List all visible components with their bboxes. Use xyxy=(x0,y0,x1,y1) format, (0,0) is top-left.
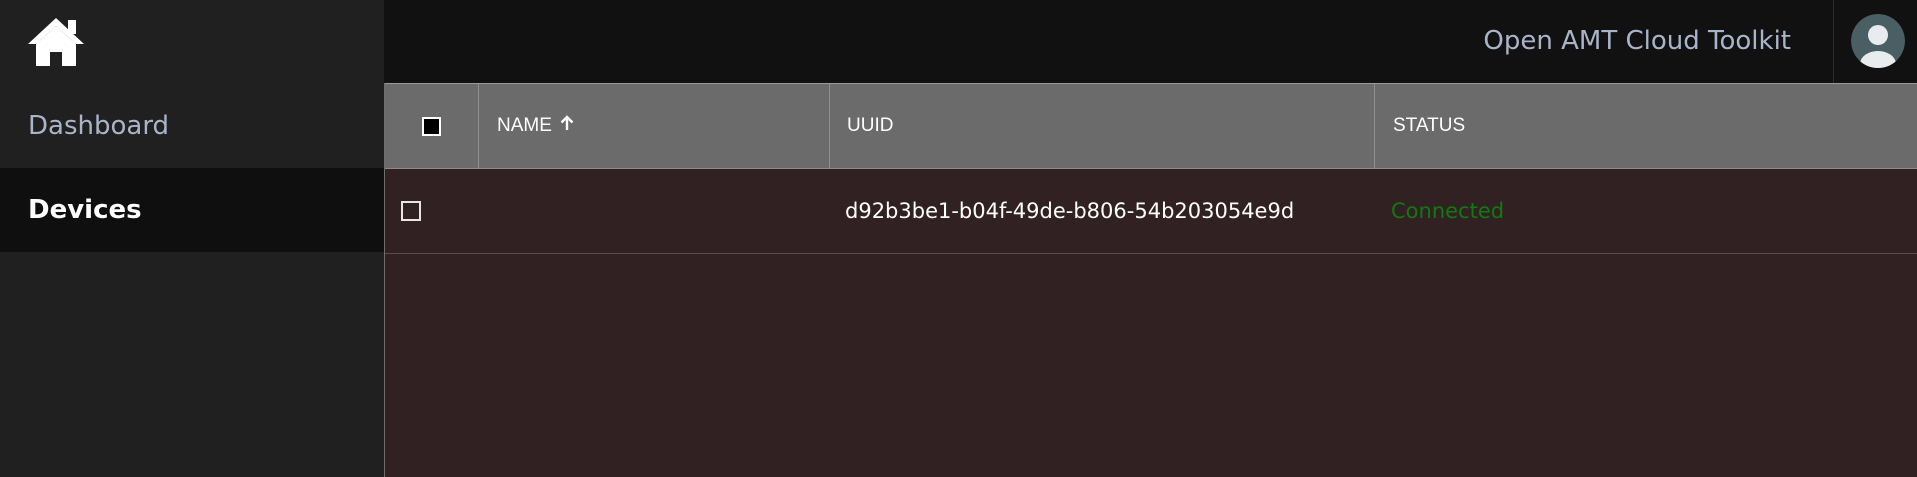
header-divider xyxy=(1833,0,1834,83)
arrow-up-icon xyxy=(560,115,574,137)
table-header: NAME UUID STATUS xyxy=(385,83,1917,169)
sidebar-item-devices[interactable]: Devices xyxy=(0,168,384,252)
sidebar: Dashboard Devices xyxy=(0,0,384,477)
row-select-cell xyxy=(385,169,479,253)
row-checkbox[interactable] xyxy=(401,201,421,221)
user-avatar-icon[interactable] xyxy=(1851,14,1905,68)
sidebar-item-label: Devices xyxy=(28,195,142,225)
app-root: Dashboard Devices Open AMT Cloud Toolkit… xyxy=(0,0,1917,477)
device-status: Connected xyxy=(1391,199,1505,223)
column-header-label: NAME xyxy=(497,115,552,136)
select-all-checkbox[interactable] xyxy=(422,116,441,136)
home-icon[interactable] xyxy=(24,14,88,68)
column-header-status[interactable]: STATUS xyxy=(1375,84,1917,168)
column-header-label: STATUS xyxy=(1393,115,1466,136)
app-title: Open AMT Cloud Toolkit xyxy=(1483,26,1791,56)
select-all-cell xyxy=(385,84,479,168)
sidebar-item-label: Dashboard xyxy=(28,111,170,141)
sidebar-item-dashboard[interactable]: Dashboard xyxy=(0,84,384,168)
column-header-name[interactable]: NAME xyxy=(479,84,830,168)
device-uuid: d92b3be1-b04f-49de-b806-54b203054e9d xyxy=(845,199,1295,223)
column-header-label: UUID xyxy=(847,115,894,136)
top-header: Open AMT Cloud Toolkit xyxy=(384,0,1917,83)
devices-table: NAME UUID STATUS d92b3be1-b04f-49de-b806… xyxy=(384,83,1917,477)
column-header-uuid[interactable]: UUID xyxy=(830,84,1375,168)
table-row[interactable]: d92b3be1-b04f-49de-b806-54b203054e9d Con… xyxy=(385,169,1917,254)
